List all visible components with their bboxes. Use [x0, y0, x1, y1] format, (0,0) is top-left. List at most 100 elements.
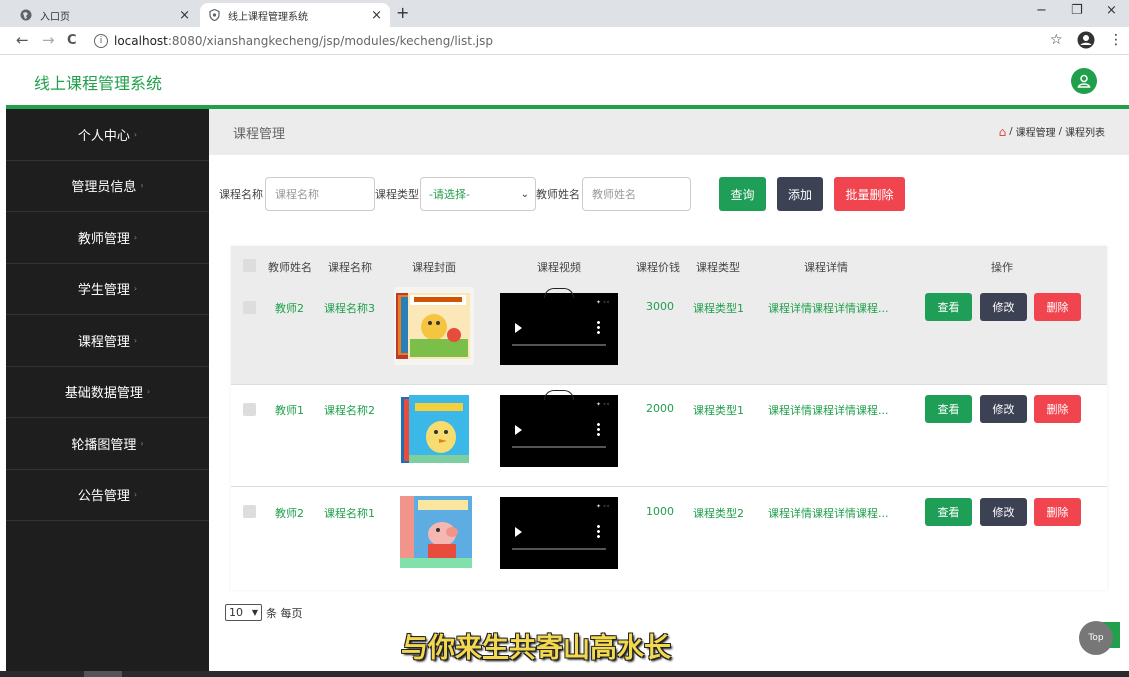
sidebar-item-notice[interactable]: 公告管理 ›: [6, 470, 209, 521]
back-to-top-button[interactable]: Top: [1079, 621, 1113, 655]
reload-icon[interactable]: C: [67, 33, 77, 48]
course-table: 教师姓名 课程名称 课程封面 课程视频 课程价钱 课程类型 课程详情 操作 教师…: [231, 246, 1107, 590]
url-field[interactable]: i localhost:8080/xianshangkecheng/jsp/mo…: [90, 30, 1070, 52]
caret-icon: ›: [140, 438, 144, 448]
more-options-icon[interactable]: [597, 422, 600, 436]
forward-arrow-icon[interactable]: →: [42, 31, 55, 49]
cell-detail: 课程详情课程详情课程...: [768, 302, 889, 315]
row-checkbox[interactable]: [243, 505, 256, 518]
teacher-name-label: 教师姓名: [536, 188, 580, 201]
cell-detail: 课程详情课程详情课程...: [768, 507, 889, 520]
sidebar-item-label: 学生管理: [77, 283, 130, 299]
col-detail: 课程详情: [804, 261, 848, 274]
cell-course: 课程名称3: [324, 302, 375, 315]
course-name-input[interactable]: 课程名称: [265, 177, 375, 211]
browser-tab-system[interactable]: 线上课程管理系统 ×: [200, 3, 390, 27]
select-all-checkbox[interactable]: [243, 259, 256, 272]
cell-course: 课程名称2: [324, 404, 375, 417]
sidebar-item-label: 教师管理: [77, 231, 130, 247]
col-type: 课程类型: [696, 261, 740, 274]
sidebar-item-label: 轮播图管理: [71, 437, 137, 453]
delete-button[interactable]: 删除: [1034, 293, 1081, 321]
browser-tab-entry[interactable]: 入口页 ×: [12, 3, 198, 27]
col-cover: 课程封面: [412, 261, 456, 274]
cell-price: 3000: [646, 300, 674, 313]
taskbar-active-item[interactable]: [84, 671, 122, 677]
view-button[interactable]: 查看: [925, 498, 972, 526]
sidebar-item-teachers[interactable]: 教师管理 ›: [6, 212, 209, 264]
close-tab-icon[interactable]: ×: [371, 8, 382, 23]
table-header: 教师姓名 课程名称 课程封面 课程视频 课程价钱 课程类型 课程详情 操作: [231, 246, 1107, 282]
sidebar-item-basedata[interactable]: 基础数据管理 ›: [6, 367, 209, 418]
col-actions: 操作: [991, 261, 1013, 274]
caret-icon: ›: [133, 335, 138, 345]
teacher-name-input[interactable]: 教师姓名: [582, 177, 691, 211]
query-button[interactable]: 查询: [719, 177, 766, 211]
url-host: localhost: [114, 34, 168, 48]
chevron-down-icon: ▼: [251, 608, 258, 617]
page-size-suffix: 条 每页: [266, 606, 303, 620]
edit-button[interactable]: 修改: [980, 395, 1027, 423]
sidebar-item-profile[interactable]: 个人中心 ›: [6, 109, 209, 161]
play-icon[interactable]: [515, 425, 522, 435]
edit-button[interactable]: 修改: [980, 498, 1027, 526]
window-close-button[interactable]: ×: [1106, 3, 1117, 18]
row-checkbox[interactable]: [243, 403, 256, 416]
add-button[interactable]: 添加: [777, 177, 823, 211]
browser-menu-icon[interactable]: ⋮: [1109, 32, 1123, 48]
more-options-icon[interactable]: [597, 320, 600, 334]
video-handle: [544, 390, 574, 400]
course-type-select[interactable]: -请选择- ⌄: [420, 177, 536, 211]
play-icon[interactable]: [515, 323, 522, 333]
course-video-player[interactable]: ✦ ◦◦: [500, 288, 618, 365]
cell-detail: 课程详情课程详情课程...: [768, 404, 889, 417]
course-video-player[interactable]: ✦ ◦◦: [500, 390, 618, 467]
video-progress-bar[interactable]: [512, 446, 606, 448]
profile-icon[interactable]: [1077, 31, 1095, 53]
batch-delete-button[interactable]: 批量删除: [834, 177, 905, 211]
video-progress-bar[interactable]: [512, 344, 606, 346]
home-icon[interactable]: ⌂: [999, 125, 1007, 139]
new-tab-button[interactable]: +: [396, 3, 409, 22]
sidebar-item-courses[interactable]: 课程管理 ›: [6, 315, 209, 367]
cell-teacher: 教师2: [275, 507, 304, 520]
user-avatar-icon[interactable]: [1071, 68, 1097, 94]
restore-button[interactable]: ❐: [1071, 3, 1083, 18]
delete-button[interactable]: 删除: [1034, 395, 1081, 423]
minimize-button[interactable]: −: [1036, 3, 1047, 18]
sidebar: 个人中心 › 管理员信息 › 教师管理 › 学生管理 › 课程管理 › 基础数据管理 › 轮…: [6, 109, 209, 677]
sidebar-item-students[interactable]: 学生管理 ›: [6, 264, 209, 315]
video-brand-mark: ✦ ◦◦: [595, 299, 610, 306]
video-progress-bar[interactable]: [512, 548, 606, 550]
delete-button[interactable]: 删除: [1034, 498, 1081, 526]
caret-icon: ›: [133, 129, 138, 139]
video-handle: [544, 288, 574, 298]
edit-button[interactable]: 修改: [980, 293, 1027, 321]
breadcrumb-separator: /: [1058, 126, 1062, 137]
col-price: 课程价钱: [636, 261, 680, 274]
sidebar-item-carousel[interactable]: 轮播图管理 ›: [6, 418, 209, 470]
cell-teacher: 教师2: [275, 302, 304, 315]
sidebar-item-admin[interactable]: 管理员信息 ›: [6, 161, 209, 212]
course-video-player[interactable]: ✦ ◦◦: [500, 497, 618, 569]
col-video: 课程视频: [537, 261, 581, 274]
more-options-icon[interactable]: [597, 524, 600, 538]
back-arrow-icon[interactable]: ←: [16, 31, 29, 49]
bookmark-star-icon[interactable]: ☆: [1050, 32, 1063, 48]
tab-title: 入口页: [40, 11, 70, 23]
sidebar-item-label: 公告管理: [77, 489, 130, 505]
browser-tab-bar: 入口页 × 线上课程管理系统 × + − ❐ ×: [0, 0, 1129, 27]
page-size-select[interactable]: 10 ▼: [225, 604, 262, 621]
info-icon[interactable]: i: [94, 34, 108, 48]
close-tab-icon[interactable]: ×: [179, 8, 190, 23]
course-type-selected: -请选择-: [429, 188, 470, 201]
cell-teacher: 教师1: [275, 404, 304, 417]
breadcrumb-level2: 课程列表: [1065, 128, 1105, 139]
play-icon[interactable]: [515, 527, 522, 537]
view-button[interactable]: 查看: [925, 395, 972, 423]
col-course: 课程名称: [328, 261, 372, 274]
row-checkbox[interactable]: [243, 301, 256, 314]
view-button[interactable]: 查看: [925, 293, 972, 321]
breadcrumb-separator: /: [1009, 126, 1013, 137]
breadcrumb-level1[interactable]: 课程管理: [1016, 124, 1056, 139]
